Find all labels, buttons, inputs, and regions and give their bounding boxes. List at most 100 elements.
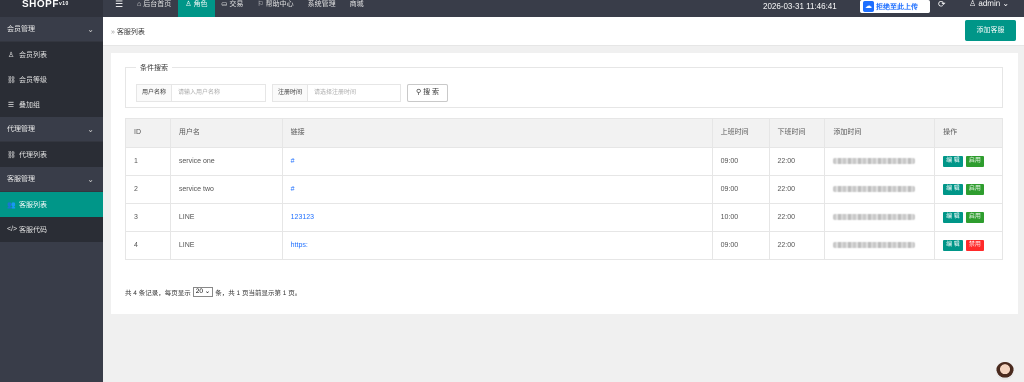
toggle-status-button[interactable]: 启用 <box>965 184 984 195</box>
row-added-time <box>825 148 936 175</box>
table-row: 3 LINE 123123 10:00 22:00 编 辑启用 <box>126 203 1002 231</box>
table-header: ID 用户名 链接 上班时间 下班时间 添加时间 操作 <box>126 119 1002 147</box>
sidebar-item-1-0[interactable]: ⛓ 代理列表 <box>0 142 103 167</box>
search-button[interactable]: ⚲ 搜 索 <box>407 84 448 102</box>
column-header: 用户名 <box>171 119 283 147</box>
toggle-status-button[interactable]: 禁用 <box>965 240 984 251</box>
search-fieldset: 条件搜索 用户名称 请输入用户名称 注册时间 请选择注册时间 ⚲ 搜 索 <box>125 63 1003 108</box>
link-icon: ⛓ <box>7 76 16 84</box>
column-header: ID <box>126 119 171 147</box>
topnav-item-label: 角色 <box>193 1 208 8</box>
row-username: service one <box>171 148 283 175</box>
row-end-time: 22:00 <box>770 232 826 259</box>
support-avatar[interactable] <box>996 362 1014 380</box>
row-added-time <box>825 176 936 203</box>
top-bar: SHOPFv10 ☰ ⌂ 后台首页 ♙ 角色 ⛀ 交易 ⚐ 帮助中心 系统管理 商城 2026-0… <box>0 0 1024 17</box>
column-header: 上班时间 <box>713 119 770 147</box>
code-icon: </> <box>7 226 18 233</box>
topnav-item-4[interactable]: 系统管理 <box>301 0 343 17</box>
sidebar-item-0-0[interactable]: ♙ 会员列表 <box>0 42 103 67</box>
column-header: 添加时间 <box>825 119 936 147</box>
topnav-item-label: 帮助中心 <box>265 1 294 8</box>
row-added-time <box>825 204 936 231</box>
sidebar-group-0[interactable]: 会员管理 ⌄ <box>0 17 103 42</box>
topnav-item-label: 交易 <box>229 1 244 8</box>
row-id: 2 <box>126 176 171 203</box>
topnav-item-0[interactable]: ⌂ 后台首页 <box>130 0 178 17</box>
sidebar-group-label: 客服管理 <box>7 176 35 183</box>
redacted-timestamp <box>833 158 916 165</box>
edit-button[interactable]: 编 辑 <box>943 240 963 251</box>
row-id: 4 <box>126 232 171 259</box>
username-label: 用户名称 <box>137 85 172 101</box>
topnav-item-3[interactable]: ⚐ 帮助中心 <box>250 0 300 17</box>
content-panel: 条件搜索 用户名称 请输入用户名称 注册时间 请选择注册时间 ⚲ 搜 索 ID 用… <box>111 53 1018 314</box>
regtime-input[interactable]: 请选择注册时间 <box>308 85 400 101</box>
topnav-item-label: 系统管理 <box>307 1 336 8</box>
topnav-item-5[interactable]: 商城 <box>343 0 371 17</box>
sidebar-group-label: 代理管理 <box>7 126 35 133</box>
row-start-time: 09:00 <box>713 232 770 259</box>
sidebar-item-0-2[interactable]: ☰ 叠加组 <box>0 92 103 117</box>
chevron-down-icon: ⌄ <box>87 24 94 34</box>
per-page-select[interactable]: 20 ⌄ <box>192 287 214 297</box>
pager-suffix: 条，共 1 页当前显示第 1 页。 <box>215 290 302 297</box>
row-start-time: 09:00 <box>713 148 770 175</box>
sidebar-item-2-0[interactable]: 👥 客服列表 <box>0 192 103 217</box>
row-username: LINE <box>171 204 283 231</box>
sidebar-group-1[interactable]: 代理管理 ⌄ <box>0 117 103 142</box>
row-end-time: 22:00 <box>770 204 826 231</box>
row-link[interactable]: # <box>283 148 713 175</box>
upload-button[interactable]: ☁ 拒绝至此上传 <box>860 0 930 13</box>
list-icon: ☰ <box>7 101 15 109</box>
row-actions: 编 辑启用 <box>935 148 1002 175</box>
trade-icon: ⛀ <box>221 1 228 8</box>
chevron-down-icon: ⌄ <box>87 174 94 184</box>
edit-button[interactable]: 编 辑 <box>943 212 963 223</box>
sidebar-item-0-1[interactable]: ⛓ 会员等级 <box>0 67 103 92</box>
table-row: 1 service one #09:00 22:00 编 辑启用 <box>126 147 1002 175</box>
users-icon: 👥 <box>7 201 16 209</box>
sidebar-item-label: 会员等级 <box>19 76 47 84</box>
row-id: 3 <box>126 204 171 231</box>
topnav-item-2[interactable]: ⛀ 交易 <box>215 0 251 17</box>
top-nav: ⌂ 后台首页 ♙ 角色 ⛀ 交易 ⚐ 帮助中心 系统管理 商城 <box>130 0 371 17</box>
table-row: 2 service two #09:00 22:00 编 辑启用 <box>126 175 1002 203</box>
username-field: 用户名称 请输入用户名称 <box>136 84 266 102</box>
sidebar-item-2-1[interactable]: </> 客服代码 <box>0 217 103 242</box>
service-table: ID 用户名 链接 上班时间 下班时间 添加时间 操作 1 service one #09:00 2… <box>125 118 1003 260</box>
sidebar-item-label: 叠加组 <box>19 101 40 109</box>
chevron-down-icon: ⌄ <box>87 124 94 134</box>
menu-toggle-icon[interactable]: ☰ <box>112 0 126 17</box>
breadcrumb: » 客服列表 <box>111 29 145 36</box>
page-title: 客服列表 <box>116 29 145 36</box>
link-icon: ⛓ <box>7 151 16 159</box>
row-username: LINE <box>171 232 283 259</box>
toggle-status-button[interactable]: 启用 <box>965 156 984 167</box>
refresh-icon[interactable]: ⟳ <box>938 0 946 9</box>
row-link[interactable]: # <box>283 176 713 203</box>
add-service-button[interactable]: 添加客服 <box>965 20 1016 41</box>
user-icon: ♙ <box>7 51 15 59</box>
row-username: service two <box>171 176 283 203</box>
row-link[interactable]: https: <box>283 232 713 259</box>
app-logo[interactable]: SHOPFv10 <box>0 0 103 17</box>
sidebar-item-label: 客服列表 <box>19 201 47 209</box>
actions-group: 编 辑启用 <box>943 204 1002 231</box>
pager-prefix: 共 4 条记录，每页显示 <box>125 290 191 297</box>
user-menu[interactable]: ♙ admin ⌄ <box>969 0 1009 8</box>
edit-button[interactable]: 编 辑 <box>943 184 963 195</box>
row-actions: 编 辑启用 <box>935 204 1002 231</box>
sidebar: 会员管理 ⌄ ♙ 会员列表 ⛓ 会员等级 ☰ 叠加组 代理管理 ⌄ ⛓ 代理列表 客服管理 ⌄ 👥 客服列表 <… <box>0 17 103 382</box>
sidebar-group-2[interactable]: 客服管理 ⌄ <box>0 167 103 192</box>
column-header: 链接 <box>283 119 713 147</box>
redacted-timestamp <box>833 214 916 221</box>
topnav-item-1[interactable]: ♙ 角色 <box>178 0 215 17</box>
sidebar-item-label: 会员列表 <box>19 51 47 59</box>
row-end-time: 22:00 <box>770 176 826 203</box>
row-link[interactable]: 123123 <box>283 204 713 231</box>
username-input[interactable]: 请输入用户名称 <box>172 85 265 101</box>
user-icon: ♙ <box>185 1 192 8</box>
toggle-status-button[interactable]: 启用 <box>965 212 984 223</box>
edit-button[interactable]: 编 辑 <box>943 156 963 167</box>
